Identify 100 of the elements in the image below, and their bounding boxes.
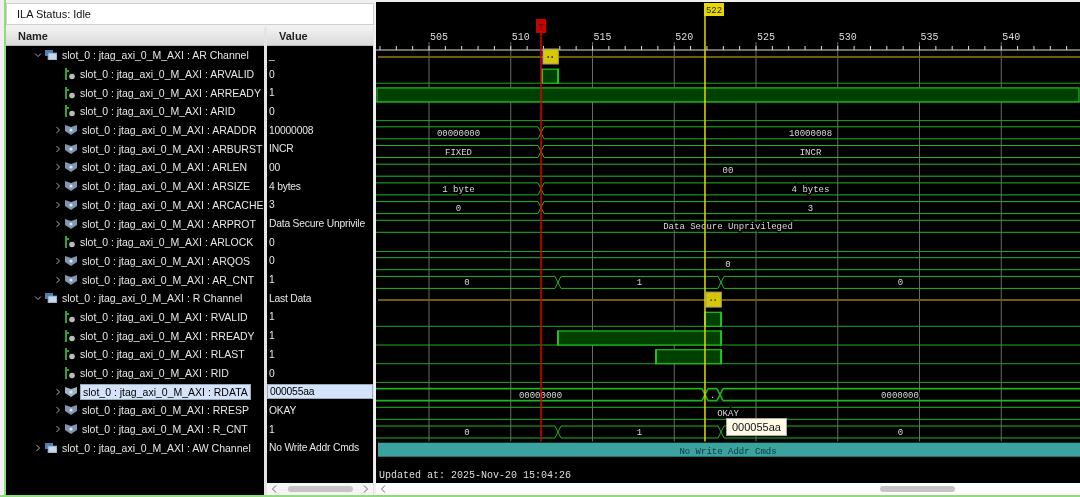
name-column-header[interactable]: Name bbox=[6, 27, 264, 46]
horizontal-scrollbar[interactable] bbox=[376, 483, 1080, 495]
signal-value: 4 bytes bbox=[268, 179, 302, 193]
bus-value: 00 bbox=[722, 166, 734, 177]
bus-value: OKAY bbox=[717, 409, 739, 420]
signal-name[interactable]: slot_0 : jtag_axi_0_M_AXI : AW Channel bbox=[60, 440, 253, 455]
bus-signal-icon bbox=[65, 405, 77, 416]
chevron-icon[interactable] bbox=[54, 387, 62, 396]
bus-signal-icon bbox=[65, 218, 77, 229]
bus-value: 0 bbox=[897, 428, 904, 438]
signal-name[interactable]: slot_0 : jtag_axi_0_M_AXI : RRESP bbox=[80, 403, 251, 418]
chevron-icon[interactable] bbox=[54, 425, 62, 434]
signal-name[interactable]: slot_0 : jtag_axi_0_M_AXI : ARBURST bbox=[80, 141, 265, 156]
signal-name[interactable]: slot_0 : jtag_axi_0_M_AXI : ARLOCK bbox=[78, 235, 256, 250]
signal-value: 0 bbox=[268, 104, 276, 118]
chevron-icon[interactable] bbox=[54, 163, 62, 172]
signal-group-icon bbox=[45, 442, 57, 453]
signal-name[interactable]: slot_0 : jtag_axi_0_M_AXI : R_CNT bbox=[80, 422, 250, 437]
bus-value: 0000000 bbox=[881, 390, 919, 401]
bus-signal-icon bbox=[65, 255, 77, 266]
bus-value: 0 bbox=[455, 203, 462, 214]
bit-signal-icon bbox=[65, 348, 75, 361]
signal-name[interactable]: slot_0 : jtag_axi_0_M_AXI : ARREADY bbox=[78, 85, 263, 100]
signal-name[interactable]: slot_0 : jtag_axi_0_M_AXI : RDATA bbox=[80, 383, 251, 400]
bus-signal-icon bbox=[65, 125, 77, 136]
bit-signal-icon bbox=[65, 105, 75, 118]
tick-label: 530 bbox=[838, 32, 857, 43]
chevron-icon[interactable] bbox=[34, 294, 42, 303]
chevron-icon[interactable] bbox=[54, 200, 62, 209]
signal-name[interactable]: slot_0 : jtag_axi_0_M_AXI : AR Channel bbox=[60, 48, 251, 63]
scroll-left-icon[interactable] bbox=[380, 485, 386, 493]
bit-signal-icon bbox=[65, 236, 75, 249]
signal-group-icon bbox=[45, 50, 57, 61]
bus-value: 4 bytes bbox=[791, 184, 830, 195]
signal-name[interactable]: slot_0 : jtag_axi_0_M_AXI : R Channel bbox=[60, 291, 245, 306]
signal-value: 1 bbox=[268, 86, 276, 100]
chevron-icon[interactable] bbox=[54, 144, 62, 153]
chevron-icon[interactable] bbox=[54, 275, 62, 284]
signal-value: OKAY bbox=[268, 403, 298, 417]
marker-handle[interactable]: 522 bbox=[704, 3, 724, 16]
bus-value: 3 bbox=[807, 203, 814, 214]
signal-value: INCR bbox=[268, 142, 295, 156]
scroll-right-icon[interactable] bbox=[363, 485, 369, 493]
signal-name[interactable]: slot_0 : jtag_axi_0_M_AXI : RID bbox=[78, 366, 231, 381]
signal-name[interactable]: slot_0 : jtag_axi_0_M_AXI : ARVALID bbox=[78, 67, 257, 82]
chevron-icon[interactable] bbox=[54, 256, 62, 265]
tick-label: 540 bbox=[1002, 32, 1021, 43]
scroll-left-icon[interactable] bbox=[271, 485, 277, 493]
signal-value: Last Data bbox=[268, 291, 313, 305]
signal-value: 1 bbox=[268, 310, 276, 324]
signal-name[interactable]: slot_0 : jtag_axi_0_M_AXI : ARQOS bbox=[80, 253, 253, 268]
signal-value: 0 bbox=[268, 254, 276, 268]
bus-value: 10000008 bbox=[788, 128, 833, 139]
signal-name[interactable]: slot_0 : jtag_axi_0_M_AXI : ARSIZE bbox=[80, 179, 253, 194]
signal-value: 000055aa bbox=[267, 384, 373, 400]
signal-value: 3 bbox=[268, 198, 276, 212]
signal-name[interactable]: slot_0 : jtag_axi_0_M_AXI : ARCACHE bbox=[80, 197, 266, 212]
bus-signal-icon bbox=[65, 274, 77, 285]
bit-signal-icon bbox=[65, 329, 75, 342]
chevron-icon[interactable] bbox=[34, 443, 42, 452]
tick-label: 520 bbox=[675, 32, 694, 43]
status-band: No Write Addr Cmds bbox=[378, 442, 1080, 457]
bit-signal-icon bbox=[65, 310, 75, 323]
chevron-icon[interactable] bbox=[54, 219, 62, 228]
bus-value: 1 bbox=[636, 428, 643, 438]
chevron-icon[interactable] bbox=[54, 406, 62, 415]
updated-timestamp: Updated at: 2025-Nov-20 15:04:26 bbox=[378, 469, 573, 483]
bus-value: 00000000 bbox=[436, 128, 481, 139]
transaction-marker-icon[interactable] bbox=[542, 48, 559, 65]
bus-value: FIXED bbox=[445, 147, 472, 158]
bit-signal-icon bbox=[65, 367, 75, 380]
scroll-thumb[interactable] bbox=[287, 486, 353, 492]
scroll-thumb[interactable] bbox=[880, 486, 955, 492]
signal-value: 10000008 bbox=[268, 123, 315, 137]
tick-label: 535 bbox=[920, 32, 939, 43]
chevron-icon[interactable] bbox=[54, 126, 62, 135]
signal-name[interactable]: slot_0 : jtag_axi_0_M_AXI : RLAST bbox=[78, 347, 247, 362]
bus-signal-icon bbox=[65, 162, 77, 173]
bus-value: 0 bbox=[464, 278, 470, 289]
bus-value: INCR bbox=[799, 147, 822, 158]
signal-name[interactable]: slot_0 : jtag_axi_0_M_AXI : ARPROT bbox=[80, 216, 258, 231]
signal-name[interactable]: slot_0 : jtag_axi_0_M_AXI : RVALID bbox=[78, 309, 250, 324]
horizontal-scrollbar[interactable] bbox=[267, 483, 373, 495]
bus-signal-icon bbox=[65, 181, 77, 192]
bus-value: 0 bbox=[464, 428, 470, 438]
signal-value: 1 bbox=[268, 273, 276, 287]
value-column-header[interactable]: Value bbox=[267, 27, 373, 46]
chevron-icon[interactable] bbox=[34, 51, 42, 60]
signal-value: 00 bbox=[268, 160, 282, 174]
signal-name[interactable]: slot_0 : jtag_axi_0_M_AXI : ARID bbox=[78, 104, 238, 119]
signal-name[interactable]: slot_0 : jtag_axi_0_M_AXI : ARADDR bbox=[80, 123, 259, 138]
signal-name[interactable]: slot_0 : jtag_axi_0_M_AXI : RREADY bbox=[78, 328, 257, 343]
signal-value: _ bbox=[268, 48, 276, 62]
signal-name[interactable]: slot_0 : jtag_axi_0_M_AXI : AR_CNT bbox=[80, 272, 257, 287]
signal-value: 1 bbox=[268, 329, 276, 343]
tick-label: 505 bbox=[430, 32, 448, 43]
signal-name[interactable]: slot_0 : jtag_axi_0_M_AXI : ARLEN bbox=[80, 160, 250, 175]
chevron-icon[interactable] bbox=[54, 182, 62, 191]
bus-value: . bbox=[709, 390, 716, 401]
tick-label: 515 bbox=[593, 32, 612, 43]
